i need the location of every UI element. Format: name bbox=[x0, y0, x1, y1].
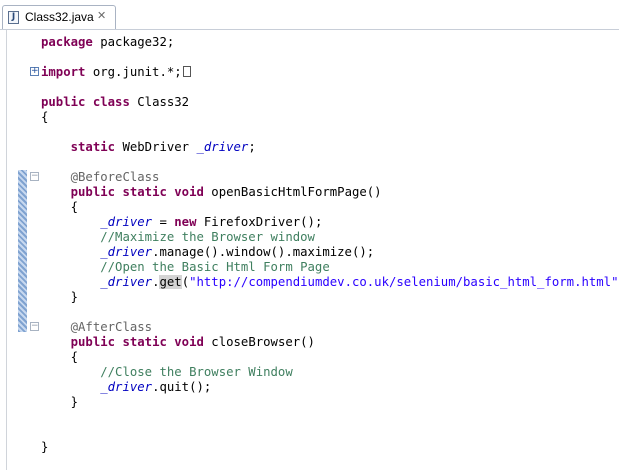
keyword: static bbox=[70, 140, 116, 154]
field-name: _driver bbox=[100, 245, 153, 259]
code-line: package package32; bbox=[41, 35, 174, 50]
code-line: public class Class32 bbox=[41, 95, 189, 110]
operator: = bbox=[152, 215, 175, 229]
vertical-ruler[interactable] bbox=[7, 30, 29, 470]
annotation: @BeforeClass bbox=[70, 170, 160, 184]
keyword: public bbox=[70, 185, 116, 199]
code-line: { bbox=[41, 200, 78, 215]
keyword: import bbox=[41, 65, 86, 79]
brace: } bbox=[70, 395, 79, 409]
field-name: _driver bbox=[100, 275, 153, 289]
code-line: public static void closeBrowser() bbox=[41, 335, 315, 350]
code-line: { bbox=[41, 350, 78, 365]
keyword: new bbox=[174, 215, 197, 229]
fold-collapse-method-icon[interactable]: − bbox=[30, 172, 39, 181]
brace: { bbox=[70, 350, 79, 364]
method-call: .quit(); bbox=[152, 380, 212, 394]
code-line: { bbox=[41, 110, 48, 125]
tab-title: Class32.java bbox=[25, 10, 94, 24]
type-name: WebDriver bbox=[115, 140, 197, 154]
tab-class32-java[interactable]: J Class32.java ✕ bbox=[2, 5, 116, 30]
editor-tab-bar: J Class32.java ✕ bbox=[0, 0, 619, 30]
package-name: package32; bbox=[92, 35, 175, 49]
constructor-call: FirefoxDriver(); bbox=[196, 215, 323, 229]
code-line: //Close the Browser Window bbox=[41, 365, 293, 380]
keyword: static bbox=[122, 335, 167, 349]
quick-diff-change-bar[interactable] bbox=[18, 170, 27, 332]
code-line: _driver.get("http://compendiumdev.co.uk/… bbox=[41, 275, 619, 290]
code-line: //Maximize the Browser window bbox=[41, 230, 315, 245]
comment: //Maximize the Browser window bbox=[100, 230, 315, 244]
comment: //Open the Basic Html Form Page bbox=[100, 260, 330, 274]
brace: } bbox=[41, 440, 49, 454]
code-line: } bbox=[41, 395, 78, 410]
fold-collapse-method-icon[interactable]: − bbox=[30, 322, 39, 331]
keyword: void bbox=[174, 185, 204, 199]
method-name: closeBrowser() bbox=[203, 335, 315, 349]
keyword: class bbox=[92, 95, 130, 109]
keyword: package bbox=[41, 35, 93, 49]
tab-bar-divider bbox=[0, 29, 619, 30]
keyword: public bbox=[70, 335, 116, 349]
method-name: openBasicHtmlFormPage() bbox=[203, 185, 382, 199]
field-name: _driver bbox=[100, 215, 153, 229]
java-file-icon: J bbox=[8, 11, 19, 24]
close-icon[interactable]: ✕ bbox=[97, 9, 106, 22]
highlighted-method-get: get bbox=[159, 275, 182, 289]
code-line: @AfterClass bbox=[41, 320, 152, 335]
keyword: public bbox=[41, 95, 86, 109]
keyword: static bbox=[122, 185, 167, 199]
code-line: } bbox=[41, 440, 48, 455]
paren: ( bbox=[181, 275, 190, 289]
code-line: _driver = new FirefoxDriver(); bbox=[41, 215, 322, 230]
field-name: _driver bbox=[100, 380, 153, 394]
import-name: org.junit.*; bbox=[85, 65, 182, 79]
string-literal: "http://compendiumdev.co.uk/selenium/bas… bbox=[189, 275, 619, 289]
code-line: } bbox=[41, 290, 78, 305]
code-line: @BeforeClass bbox=[41, 170, 160, 185]
code-line: import org.junit.*; bbox=[41, 65, 191, 80]
annotation: @AfterClass bbox=[70, 320, 153, 334]
comment: //Close the Browser Window bbox=[100, 365, 293, 379]
folded-region-icon[interactable] bbox=[182, 66, 191, 77]
brace: { bbox=[41, 110, 49, 124]
code-line: public static void openBasicHtmlFormPage… bbox=[41, 185, 382, 200]
code-line: _driver.quit(); bbox=[41, 380, 211, 395]
code-line: //Open the Basic Html Form Page bbox=[41, 260, 330, 275]
brace: } bbox=[70, 290, 79, 304]
keyword: void bbox=[174, 335, 204, 349]
class-name: Class32 bbox=[129, 95, 190, 109]
field-name: _driver bbox=[196, 140, 249, 154]
method-chain: .manage().window().maximize(); bbox=[152, 245, 375, 259]
code-line: _driver.manage().window().maximize(); bbox=[41, 245, 374, 260]
semicolon: ; bbox=[248, 140, 256, 154]
code-line: static WebDriver _driver; bbox=[41, 140, 256, 155]
brace: { bbox=[70, 200, 79, 214]
fold-expand-imports-icon[interactable]: + bbox=[30, 67, 39, 76]
